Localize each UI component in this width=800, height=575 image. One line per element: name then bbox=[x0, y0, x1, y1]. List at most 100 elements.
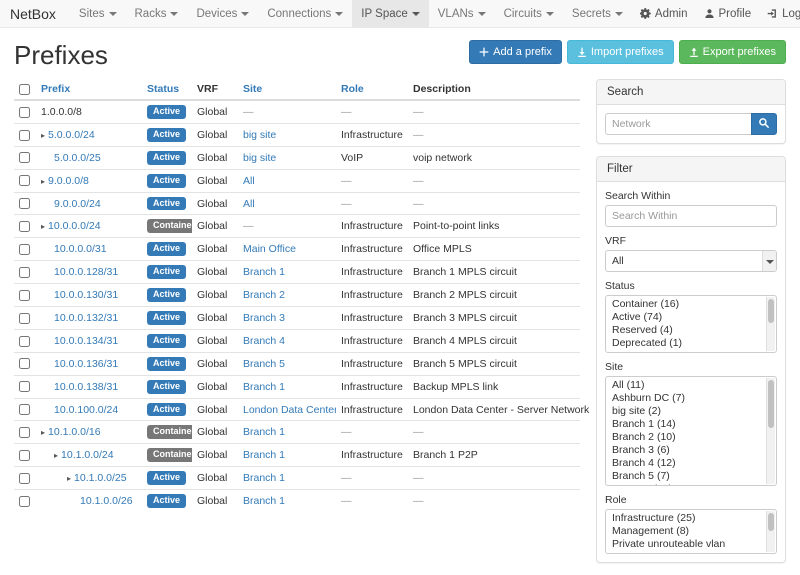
row-checkbox[interactable] bbox=[19, 107, 30, 118]
prefix-link[interactable]: 10.0.0.138/31 bbox=[54, 381, 118, 393]
select-dropdown-button[interactable] bbox=[762, 251, 776, 271]
listbox-option[interactable]: Private unrouteable vlan bbox=[606, 538, 764, 551]
brand[interactable]: NetBox bbox=[10, 0, 56, 27]
scrollbar-thumb[interactable] bbox=[768, 513, 774, 531]
scrollbar-thumb[interactable] bbox=[768, 380, 774, 428]
add-a-prefix-button[interactable]: Add a prefix bbox=[469, 40, 562, 64]
search-input[interactable] bbox=[605, 113, 751, 135]
sort-link-role[interactable]: Role bbox=[341, 83, 364, 95]
expand-toggle-icon[interactable]: ▸ bbox=[41, 177, 45, 186]
filter-listbox-status[interactable]: Container (16)Active (74)Reserved (4)Dep… bbox=[605, 295, 777, 353]
nav-item-racks[interactable]: Racks bbox=[126, 0, 188, 27]
filter-listbox-site[interactable]: All (11)Ashburn DC (7)big site (2) Branch… bbox=[605, 376, 777, 486]
site-link[interactable]: big site bbox=[243, 129, 276, 141]
search-button[interactable] bbox=[751, 113, 777, 135]
prefix-link[interactable]: 10.0.0.128/31 bbox=[54, 266, 118, 278]
site-link[interactable]: Branch 2 bbox=[243, 289, 285, 301]
row-checkbox[interactable] bbox=[19, 221, 30, 232]
site-link[interactable]: Branch 1 bbox=[243, 449, 285, 461]
expand-toggle-icon[interactable]: ▸ bbox=[67, 474, 71, 483]
site-link[interactable]: Branch 4 bbox=[243, 335, 285, 347]
nav-item-connections[interactable]: Connections bbox=[258, 0, 352, 27]
prefix-link[interactable]: 10.0.0.0/31 bbox=[54, 243, 107, 255]
site-link[interactable]: big site bbox=[243, 152, 276, 164]
row-checkbox[interactable] bbox=[19, 336, 30, 347]
prefix-link[interactable]: 5.0.0.0/24 bbox=[48, 129, 95, 141]
row-checkbox[interactable] bbox=[19, 198, 30, 209]
nav-item-vlans[interactable]: VLANs bbox=[429, 0, 495, 27]
prefix-link[interactable]: 10.0.0.130/31 bbox=[54, 289, 118, 301]
prefix-link[interactable]: 9.0.0.0/8 bbox=[48, 175, 89, 187]
listbox-option[interactable]: Active (74) bbox=[606, 311, 764, 324]
site-link[interactable]: Branch 1 bbox=[243, 266, 285, 278]
filter-listbox-role[interactable]: Infrastructure (25)Management (8)Private… bbox=[605, 509, 777, 554]
listbox-option[interactable]: All (11) bbox=[606, 379, 764, 392]
listbox-option[interactable]: Branch 4 (12) bbox=[606, 457, 764, 470]
row-checkbox[interactable] bbox=[19, 290, 30, 301]
user-menu-profile[interactable]: Profile bbox=[696, 0, 760, 27]
user-menu-admin[interactable]: Admin bbox=[632, 0, 696, 27]
row-checkbox[interactable] bbox=[19, 473, 30, 484]
prefix-link[interactable]: 5.0.0.0/25 bbox=[54, 152, 101, 164]
sort-link-status[interactable]: Status bbox=[147, 83, 179, 95]
sort-link-site[interactable]: Site bbox=[243, 83, 262, 95]
expand-toggle-icon[interactable]: ▸ bbox=[54, 451, 58, 460]
prefix-link[interactable]: 1.0.0.0/8 bbox=[41, 106, 82, 118]
row-checkbox[interactable] bbox=[19, 152, 30, 163]
sort-link-prefix[interactable]: Prefix bbox=[41, 83, 70, 95]
scrollbar[interactable] bbox=[766, 511, 775, 552]
listbox-option[interactable]: Infrastructure (25) bbox=[606, 512, 764, 525]
scrollbar-thumb[interactable] bbox=[768, 299, 774, 323]
row-checkbox[interactable] bbox=[19, 175, 30, 186]
site-link[interactable]: All bbox=[243, 175, 255, 187]
listbox-option[interactable]: COLO 1 (24) bbox=[606, 483, 764, 486]
filter-input-search-within[interactable] bbox=[605, 205, 777, 227]
row-checkbox[interactable] bbox=[19, 313, 30, 324]
site-link[interactable]: Branch 3 bbox=[243, 312, 285, 324]
row-checkbox[interactable] bbox=[19, 404, 30, 415]
listbox-option[interactable]: Branch 3 (6) bbox=[606, 444, 764, 457]
expand-toggle-icon[interactable]: ▸ bbox=[41, 131, 45, 140]
prefix-link[interactable]: 10.0.100.0/24 bbox=[54, 404, 118, 416]
row-checkbox[interactable] bbox=[19, 450, 30, 461]
prefix-link[interactable]: 10.1.0.0/24 bbox=[61, 449, 114, 461]
prefix-link[interactable]: 10.0.0.132/31 bbox=[54, 312, 118, 324]
site-link[interactable]: Branch 1 bbox=[243, 472, 285, 484]
row-checkbox[interactable] bbox=[19, 130, 30, 141]
listbox-option[interactable]: Branch 2 (10) bbox=[606, 431, 764, 444]
site-link[interactable]: London Data Center bbox=[243, 404, 336, 416]
filter-select-vrf[interactable]: All bbox=[605, 250, 777, 272]
export-prefixes-button[interactable]: Export prefixes bbox=[679, 40, 786, 64]
listbox-option[interactable]: Management (8) bbox=[606, 525, 764, 538]
expand-toggle-icon[interactable]: ▸ bbox=[41, 222, 45, 231]
prefix-link[interactable]: 9.0.0.0/24 bbox=[54, 198, 101, 210]
expand-toggle-icon[interactable]: ▸ bbox=[41, 428, 45, 437]
site-link[interactable]: All bbox=[243, 198, 255, 210]
prefix-link[interactable]: 10.0.0.0/24 bbox=[48, 220, 101, 232]
site-link[interactable]: Branch 1 bbox=[243, 381, 285, 393]
listbox-option[interactable]: Deprecated (1) bbox=[606, 337, 764, 350]
nav-item-ip-space[interactable]: IP Space bbox=[352, 0, 428, 27]
listbox-option[interactable]: Reserved (4) bbox=[606, 324, 764, 337]
row-checkbox[interactable] bbox=[19, 358, 30, 369]
listbox-option[interactable]: Ashburn DC (7) bbox=[606, 392, 764, 405]
row-checkbox[interactable] bbox=[19, 381, 30, 392]
site-link[interactable]: Branch 1 bbox=[243, 426, 285, 438]
row-checkbox[interactable] bbox=[19, 427, 30, 438]
nav-item-secrets[interactable]: Secrets bbox=[563, 0, 632, 27]
prefix-link[interactable]: 10.1.0.0/26 bbox=[80, 495, 133, 507]
prefix-link[interactable]: 10.0.0.136/31 bbox=[54, 358, 118, 370]
site-link[interactable]: Branch 1 bbox=[243, 495, 285, 507]
prefix-link[interactable]: 10.0.0.134/31 bbox=[54, 335, 118, 347]
site-link[interactable]: Main Office bbox=[243, 243, 296, 255]
site-link[interactable]: Branch 5 bbox=[243, 358, 285, 370]
listbox-option[interactable]: big site (2) bbox=[606, 405, 764, 418]
nav-item-sites[interactable]: Sites bbox=[70, 0, 126, 27]
select-all-checkbox[interactable] bbox=[19, 84, 30, 95]
row-checkbox[interactable] bbox=[19, 267, 30, 278]
import-prefixes-button[interactable]: Import prefixes bbox=[567, 40, 674, 64]
scrollbar[interactable] bbox=[766, 297, 775, 351]
listbox-option[interactable]: Container (16) bbox=[606, 298, 764, 311]
listbox-option[interactable]: Branch 5 (7) bbox=[606, 470, 764, 483]
row-checkbox[interactable] bbox=[19, 244, 30, 255]
